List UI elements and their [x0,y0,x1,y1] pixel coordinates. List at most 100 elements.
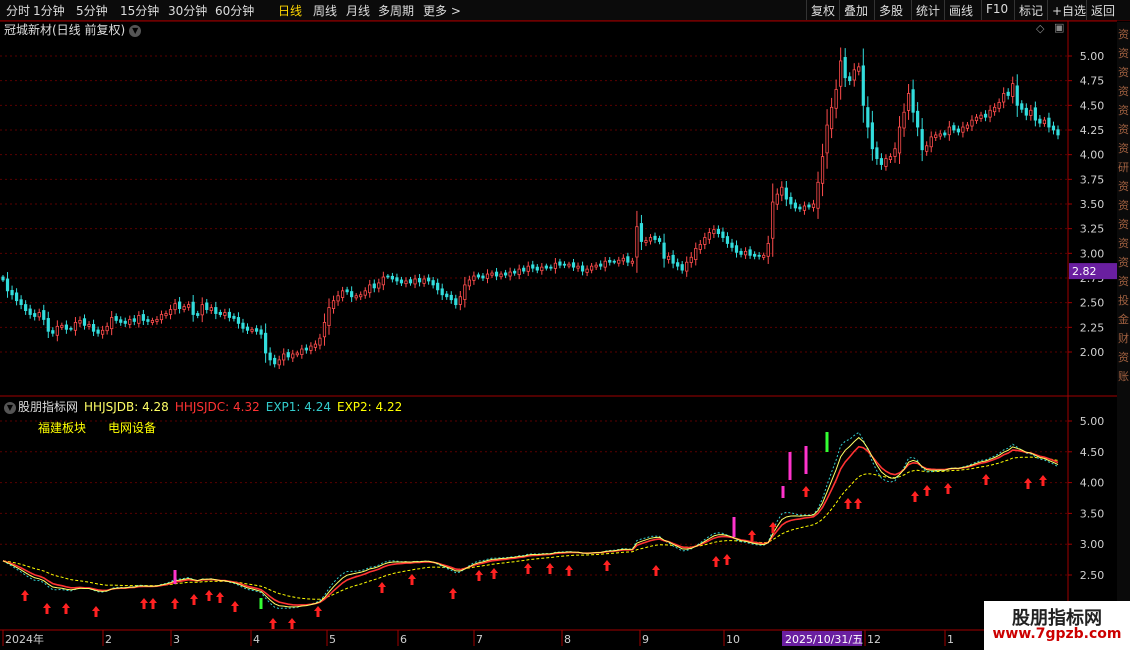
candle-body [449,294,453,301]
up-arrow-icon [92,606,100,617]
candle-body [427,277,431,282]
up-arrow-icon [923,485,931,496]
signal-bar [173,570,177,584]
candle-body [408,279,413,284]
candle-body [282,353,286,361]
price-tick-label: 4.00 [1080,149,1105,162]
candle-body [205,302,209,310]
time-tick-label: 8 [564,633,571,646]
signal-bar [804,446,808,474]
candle-body [603,260,607,268]
candle-body [78,320,82,324]
candle-body [300,348,304,355]
candle-body [28,308,32,315]
candle-body [789,196,793,205]
chart-canvas[interactable]: 5.004.754.504.254.003.753.503.253.002.75… [0,0,1130,650]
price-tick-label: 3.25 [1080,223,1105,236]
candle-body [146,319,150,322]
up-arrow-icon [802,486,810,497]
candle-body [639,223,644,242]
hhjsjdc-line [2,445,1059,606]
candle-body [599,263,603,267]
candle-body [648,237,653,242]
current-price-label: 2.82 [1072,265,1097,278]
candle-body [463,284,467,300]
candle-body [857,66,861,72]
candle-body [1015,85,1019,106]
candle-body [223,312,227,316]
indicator-value-exp1: EXP1: 4.24 [265,400,331,414]
tag-fujian: 福建板块 [38,421,87,435]
candle-body [938,133,942,137]
candle-body [762,254,766,258]
candle-body [1020,103,1024,110]
candle-body [558,261,562,266]
candle-body [997,101,1001,109]
candle-body [304,347,308,351]
candle-body [884,158,888,167]
candle-body [893,148,897,157]
candle-body [309,345,313,351]
candle-body [232,315,236,319]
candle-body [730,242,734,248]
candle-body [861,65,865,106]
candle-body [807,204,811,208]
candle-body [526,265,530,272]
candle-body [5,278,10,292]
candle-body [739,250,743,255]
candle-body [1006,91,1010,96]
candle-body [105,325,109,332]
candle-body [970,119,974,127]
candle-body [268,352,272,361]
indicator-tick-label: 4.50 [1080,446,1105,459]
right-info-strip: 资资资资资资资研资资资资资资投金财资账 [1117,22,1130,650]
candle-body [277,359,281,366]
candle-body [689,256,693,263]
candle-body [91,324,96,332]
time-tick-label: 4 [253,633,260,646]
candle-body [14,292,19,302]
candle-body [386,275,390,278]
up-arrow-icon [652,565,660,576]
candle-body [42,310,46,320]
up-arrow-icon [149,598,157,609]
strip-char: 资 [1118,47,1129,60]
candle-body [191,301,195,315]
candle-body [517,268,521,276]
candle-body [725,236,730,244]
candle-body [1,276,5,281]
candle-body [848,76,852,82]
candle-body [259,329,263,335]
candle-body [906,93,911,111]
up-arrow-icon [844,498,852,509]
candle-body [236,317,241,324]
candle-body [336,295,340,302]
signal-bar [788,452,792,480]
signal-bar [825,432,829,452]
price-tick-label: 4.50 [1080,99,1105,112]
time-tick-label: 10 [726,633,740,646]
chevron-down-icon[interactable]: ▼ [4,402,16,414]
candle-body [481,275,485,279]
candle-body [775,193,779,205]
candle-body [404,280,408,285]
strip-char: 资 [1118,199,1129,212]
candle-body [830,106,834,130]
time-tick-label: 1 [947,633,954,646]
candle-body [965,124,970,129]
date-marker-label: 2025/10/31/五 [785,633,863,646]
strip-char: 研 [1118,161,1129,174]
candle-body [902,111,906,129]
candle-body [209,307,213,311]
candle-body [150,320,155,323]
up-arrow-icon [565,565,573,576]
up-arrow-icon [269,618,277,629]
candle-body [69,327,73,330]
candle-body [445,293,449,298]
candle-body [549,266,553,269]
candle-body [802,205,807,211]
strip-char: 资 [1118,218,1129,231]
candle-body [87,323,91,327]
candle-body [273,357,277,365]
indicator-value-hhjsjdc: HHJSJDC: 4.32 [174,400,260,414]
